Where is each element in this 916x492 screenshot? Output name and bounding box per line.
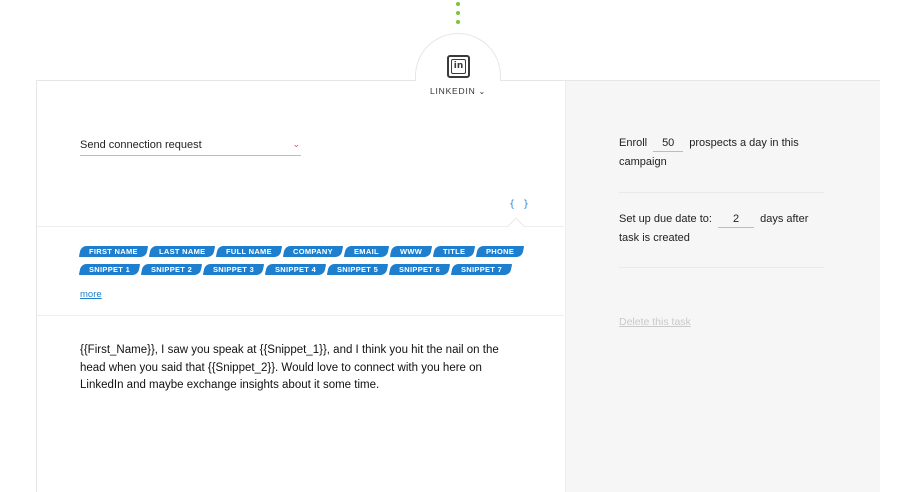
divider [520, 226, 564, 227]
variable-tag[interactable]: FULL NAME [216, 246, 283, 257]
variable-tag[interactable]: PHONE [476, 246, 525, 257]
variable-tag-label: SNIPPET 2 [151, 265, 193, 274]
variable-tag-label: SNIPPET 6 [399, 265, 441, 274]
variable-tag-label: FULL NAME [226, 247, 273, 256]
enroll-count-input[interactable]: 50 [653, 135, 684, 152]
linkedin-icon: in [447, 55, 470, 78]
variable-tag-label: EMAIL [354, 247, 379, 256]
due-prefix: Set up due date to: [619, 213, 712, 225]
snippet-tags-row: SNIPPET 1 SNIPPET 2 SNIPPET 3 SNIPPET 4 SNIP… [78, 264, 514, 275]
divider [37, 226, 510, 227]
variable-tag-label: SNIPPET 1 [89, 265, 131, 274]
variable-tag[interactable]: LAST NAME [148, 246, 216, 257]
enroll-setting: Enroll 50 prospects a day in this campai… [619, 134, 829, 172]
settings-divider [619, 267, 824, 268]
channel-selector[interactable]: LINKEDIN ⌄ [415, 86, 501, 96]
variable-tag-label: SNIPPET 7 [461, 265, 503, 274]
variable-tags-row: FIRST NAME LAST NAME FULL NAME COMPANY EMAIL… [78, 246, 527, 257]
variable-tag[interactable]: SNIPPET 4 [264, 264, 327, 275]
variable-tag-label: TITLE [443, 247, 466, 256]
divider [37, 315, 564, 316]
variable-tag-label: PHONE [486, 247, 515, 256]
message-body[interactable]: {{First_Name}}, I saw you speak at {{Sni… [80, 342, 525, 395]
due-days-input[interactable]: 2 [718, 211, 755, 228]
variable-tag-label: SNIPPET 4 [275, 265, 317, 274]
variable-tag-label: LAST NAME [158, 247, 206, 256]
variable-tag[interactable]: EMAIL [343, 246, 390, 257]
action-select-value: Send connection request [80, 139, 202, 151]
chevron-down-icon: ⌄ [292, 139, 300, 149]
variable-tag[interactable]: WWW [389, 246, 433, 257]
variable-tag-label: FIRST NAME [89, 247, 138, 256]
variable-tag-label: SNIPPET 5 [337, 265, 379, 274]
variable-tag[interactable]: TITLE [432, 246, 476, 257]
settings-divider [619, 192, 824, 193]
variables-button[interactable]: { } [509, 199, 530, 210]
variable-tag[interactable]: SNIPPET 3 [202, 264, 265, 275]
delete-task-link[interactable]: Delete this task [619, 316, 691, 328]
variable-tag[interactable]: FIRST NAME [78, 246, 149, 257]
variable-tag[interactable]: SNIPPET 2 [140, 264, 203, 275]
channel-name: LINKEDIN [429, 86, 476, 96]
due-date-setting: Set up due date to: 2 days after task is… [619, 210, 829, 248]
variable-tag-label: SNIPPET 3 [213, 265, 255, 274]
variable-tag[interactable]: SNIPPET 6 [389, 264, 451, 275]
variable-tag[interactable]: SNIPPET 7 [451, 264, 513, 275]
variable-tag-label: COMPANY [293, 247, 334, 256]
chevron-down-icon: ⌄ [478, 87, 487, 96]
variable-tag[interactable]: SNIPPET 5 [327, 264, 389, 275]
variable-tag[interactable]: SNIPPET 1 [78, 264, 141, 275]
action-select[interactable]: Send connection request ⌄ [80, 137, 301, 156]
variable-tag-label: WWW [399, 247, 423, 256]
variable-tag[interactable]: COMPANY [283, 246, 344, 257]
enroll-prefix: Enroll [619, 137, 648, 149]
more-tags-link[interactable]: more [80, 289, 102, 300]
step-connector [456, 2, 460, 24]
